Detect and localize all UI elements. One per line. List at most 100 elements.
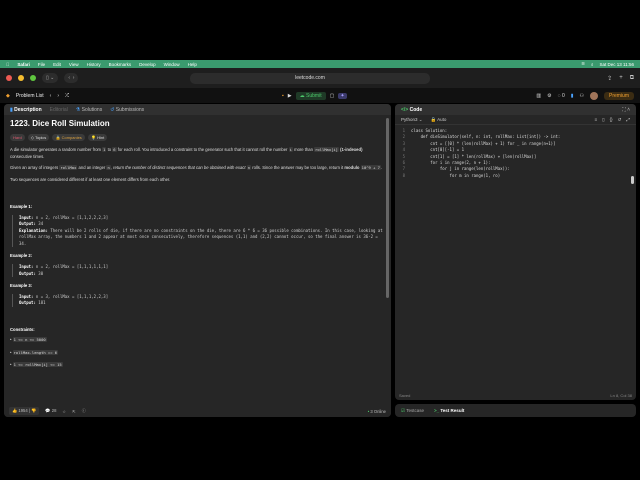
difficulty-badge: Hard	[10, 133, 25, 141]
like-button[interactable]: 👍 1954 | 👎	[9, 407, 40, 415]
code-text: for m in range(1, ro)	[411, 172, 501, 178]
constraint-item: rollMax.length == 6	[10, 349, 385, 357]
wifi-icon[interactable]: ≋	[581, 61, 585, 67]
auto-mode-toggle[interactable]: 🔒 Auto	[431, 117, 447, 123]
star-icon[interactable]: ☆	[62, 409, 66, 414]
format-icon[interactable]: ≡	[594, 117, 597, 123]
tab-description[interactable]: ▮ Description	[10, 107, 42, 113]
bookmark-icon[interactable]: ▯	[602, 117, 604, 123]
layout-icon[interactable]: ▥	[536, 93, 541, 99]
comment-count: 28	[51, 408, 57, 413]
menu-develop[interactable]: Develop	[139, 62, 156, 67]
save-status: Saved	[399, 393, 411, 398]
cursor-position: Ln 8, Col 38	[610, 393, 632, 398]
leetcode-nav: ◆ Problem List ‹ › ⤮ ▪ ▶ ☁ Submit ▢ ✦ ▥ …	[0, 88, 640, 103]
testcase-panel: ☑ Testcase >_ Test Result	[395, 404, 636, 417]
minimize-window-button[interactable]	[18, 75, 24, 81]
macos-menubar:  Safari File Edit View History Bookmark…	[0, 60, 640, 68]
ai-icon[interactable]: ✦	[338, 92, 347, 99]
friends-icon[interactable]: ⚇	[580, 93, 584, 99]
menu-help[interactable]: Help	[188, 62, 197, 67]
tab-test-result-label: Test Result	[440, 408, 465, 413]
clock[interactable]: Sat Dec 13 11:56	[600, 62, 634, 67]
constraints-title: Constraints:	[10, 326, 35, 332]
online-label: 3 Online	[370, 408, 386, 414]
tab-testcase[interactable]: ☑ Testcase	[401, 408, 424, 414]
editor-scrollbar[interactable]	[631, 176, 634, 184]
tab-description-label: Description	[14, 106, 42, 113]
search-icon[interactable]: ⌕	[591, 62, 594, 67]
submit-button[interactable]: ☁ Submit	[295, 91, 326, 100]
example-3-title: Example 3:	[10, 283, 33, 289]
language-label: Python3	[401, 116, 418, 122]
menu-file[interactable]: File	[38, 62, 45, 67]
code-line[interactable]: 8 for m in range(1, ro)	[395, 173, 636, 179]
url-text: leetcode.com	[295, 75, 325, 81]
fullscreen-icon[interactable]: ⤢	[626, 117, 630, 123]
language-select[interactable]: Python3 ⌄	[401, 117, 423, 123]
description-tabs: ▮ Description Editorial ⚗ Solutions ↺ Su…	[4, 104, 391, 115]
new-tab-icon[interactable]: +	[619, 75, 623, 82]
shuffle-icon[interactable]: ⤮	[65, 93, 69, 99]
constraint-item: 1 <= rollMax[i] <= 15	[10, 362, 385, 369]
problem-content: 1223. Dice Roll Simulation Hard ◇ Topics…	[4, 115, 391, 381]
menu-history[interactable]: History	[87, 62, 101, 67]
close-window-button[interactable]	[6, 75, 12, 81]
next-problem-icon[interactable]: ›	[57, 93, 59, 99]
topics-tag[interactable]: ◇ Topics	[27, 133, 50, 141]
menu-view[interactable]: View	[69, 62, 79, 67]
problem-paragraph-2: Given an array of integers rollMax and a…	[10, 165, 383, 170]
code-panel: </> Code ⛶ ˄ Python3 ⌄ 🔒 Auto ≡ ▯ {} ↺ ⤢…	[395, 104, 636, 400]
companies-tag[interactable]: 🔒 Companies	[52, 133, 85, 141]
run-button[interactable]: ▶	[288, 93, 292, 99]
description-scrollbar[interactable]	[386, 118, 389, 298]
prev-problem-icon[interactable]: ‹	[50, 93, 52, 99]
tab-editorial[interactable]: Editorial	[50, 107, 68, 113]
settings-icon[interactable]: ⚙	[547, 93, 551, 99]
streak-counter[interactable]: ◌ 0	[558, 93, 565, 99]
example-2: Input: n = 2, rollMax = [1,1,1,1,1,1] Ou…	[12, 263, 385, 278]
description-footer: 👍 1954 | 👎 💬 28 ☆ ⇱ ⓘ • 3 Online	[4, 405, 391, 417]
hint-label: Hint	[97, 134, 105, 140]
hint-tag[interactable]: 💡 Hint	[87, 133, 108, 141]
tab-test-result[interactable]: >_ Test Result	[434, 408, 464, 413]
help-icon[interactable]: ⓘ	[82, 408, 86, 414]
companies-label: Companies	[61, 134, 82, 140]
zoom-window-button[interactable]	[30, 75, 36, 81]
leetcode-logo-icon[interactable]: ◆	[6, 93, 10, 99]
menu-edit[interactable]: Edit	[53, 62, 61, 67]
menu-window[interactable]: Window	[164, 62, 180, 67]
braces-icon[interactable]: {}	[610, 117, 613, 123]
auto-mode-label: Auto	[437, 116, 447, 122]
back-forward-buttons[interactable]: ‹ ›	[64, 73, 79, 83]
code-editor[interactable]: 1 class Solution: 2 def dieSimulator(self,…	[395, 125, 636, 179]
notification-icon[interactable]: ▮	[571, 93, 574, 99]
share-icon[interactable]: ⇪	[607, 75, 612, 82]
premium-button[interactable]: Premium	[603, 91, 634, 100]
constraint-item: 1 <= n <= 5000	[10, 337, 385, 344]
submit-label: Submit	[306, 92, 322, 99]
notes-icon[interactable]: ▢	[330, 93, 335, 99]
tab-solutions-label: Solutions	[81, 106, 103, 113]
code-tab[interactable]: </> Code	[401, 107, 422, 113]
avatar[interactable]	[589, 91, 598, 100]
maximize-icon[interactable]: ⛶ ˄	[622, 107, 630, 113]
problem-title[interactable]: 1223. Dice Roll Simulation	[10, 120, 385, 128]
comments-button[interactable]: 💬 28	[45, 408, 56, 414]
tabs-overview-icon[interactable]: ⧉	[630, 75, 634, 82]
online-count: • 3 Online	[367, 408, 386, 414]
tab-submissions[interactable]: ↺ Submissions	[110, 107, 144, 113]
address-bar[interactable]: leetcode.com	[190, 73, 430, 84]
menu-bookmarks[interactable]: Bookmarks	[109, 62, 132, 67]
debug-icon[interactable]: ▪	[282, 93, 284, 99]
reset-icon[interactable]: ↺	[618, 117, 622, 123]
sidebar-toggle-button[interactable]: ▯ ⌄	[42, 73, 59, 83]
like-count: 1954	[18, 408, 28, 413]
menu-app[interactable]: Safari	[17, 62, 30, 67]
tab-solutions[interactable]: ⚗ Solutions	[76, 107, 102, 113]
share-icon[interactable]: ⇱	[72, 409, 76, 414]
streak-count: 0	[561, 92, 565, 99]
problem-list-link[interactable]: Problem List	[16, 93, 44, 99]
topics-label: Topics	[34, 134, 47, 140]
apple-icon[interactable]: 	[6, 62, 9, 67]
